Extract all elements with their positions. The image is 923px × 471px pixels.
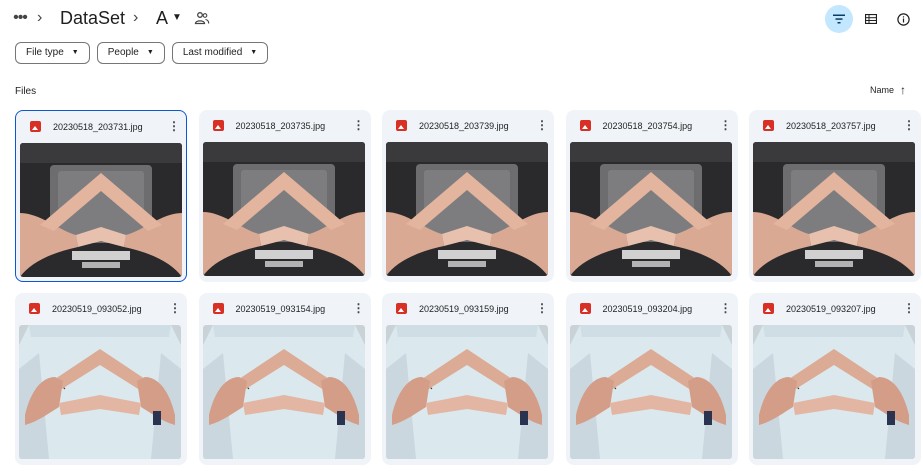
- files-section-heading: Files: [15, 86, 37, 97]
- image-file-icon: [396, 303, 407, 314]
- image-file-icon: [212, 303, 224, 314]
- more-actions-icon[interactable]: ⋮: [720, 302, 732, 314]
- details-button[interactable]: [889, 5, 917, 33]
- caret-down-icon: ▼: [250, 49, 258, 56]
- file-name: 20230519_093204.jpg: [602, 304, 693, 314]
- last-modified-filter[interactable]: Last modified ▼: [171, 42, 269, 64]
- file-name: 20230518_203735.jpg: [235, 121, 326, 131]
- people-filter-label: People: [107, 47, 139, 58]
- more-actions-icon[interactable]: ⋮: [536, 119, 548, 131]
- more-breadcrumbs-icon[interactable]: •••: [10, 8, 30, 28]
- file-name: 20230518_203754.jpg: [602, 121, 693, 131]
- top-bar: ••• › DataSet › A ▼: [0, 0, 923, 38]
- file-card[interactable]: 20230518_203739.jpg ⋮: [382, 110, 554, 282]
- breadcrumb-parent-folder[interactable]: DataSet: [60, 6, 125, 30]
- image-file-icon: [579, 120, 591, 131]
- file-name: 20230518_203757.jpg: [786, 121, 876, 131]
- breadcrumb-current-folder[interactable]: A ▼: [156, 6, 182, 30]
- image-file-icon: [763, 120, 774, 131]
- image-thumbnail[interactable]: [386, 325, 548, 459]
- file-name: 20230519_093159.jpg: [419, 304, 509, 314]
- image-file-icon: [396, 120, 407, 131]
- more-actions-icon[interactable]: ⋮: [903, 302, 915, 314]
- filter-chips: File type ▼ People ▼ Last modified ▼: [15, 42, 269, 64]
- current-folder-label: A: [156, 8, 169, 28]
- file-name: 20230519_093207.jpg: [786, 304, 876, 314]
- more-actions-icon[interactable]: ⋮: [169, 302, 181, 314]
- image-file-icon: [29, 303, 40, 314]
- image-thumbnail[interactable]: [19, 325, 181, 459]
- more-actions-icon[interactable]: ⋮: [720, 119, 732, 131]
- sort-control[interactable]: Name ↑: [870, 83, 906, 97]
- more-actions-icon[interactable]: ⋮: [903, 119, 915, 131]
- caret-down-icon: ▼: [172, 12, 182, 23]
- file-name: 20230519_093154.jpg: [235, 304, 326, 314]
- more-actions-icon[interactable]: ⋮: [353, 302, 365, 314]
- shared-folder-icon[interactable]: [194, 11, 210, 25]
- image-thumbnail[interactable]: [386, 142, 548, 276]
- file-card[interactable]: 20230519_093204.jpg ⋮: [565, 293, 738, 465]
- file-card[interactable]: 20230518_203731.jpg ⋮: [15, 110, 187, 282]
- caret-down-icon: ▼: [146, 49, 154, 56]
- filter-toggle-button[interactable]: [825, 5, 853, 33]
- last-modified-filter-label: Last modified: [182, 47, 243, 58]
- file-card[interactable]: 20230519_093159.jpg ⋮: [382, 293, 554, 465]
- list-layout-button[interactable]: [857, 5, 885, 33]
- file-name: 20230519_093052.jpg: [52, 304, 142, 314]
- image-file-icon: [30, 121, 41, 132]
- image-file-icon: [763, 303, 774, 314]
- image-thumbnail[interactable]: [202, 325, 365, 459]
- image-thumbnail[interactable]: [753, 142, 915, 276]
- image-thumbnail[interactable]: [20, 143, 182, 277]
- file-type-filter-label: File type: [26, 47, 64, 58]
- file-card[interactable]: 20230519_093154.jpg ⋮: [198, 293, 371, 465]
- image-thumbnail[interactable]: [753, 325, 915, 459]
- info-icon: [896, 12, 910, 26]
- file-name: 20230518_203739.jpg: [419, 121, 509, 131]
- people-filter[interactable]: People ▼: [96, 42, 165, 64]
- image-file-icon: [579, 303, 591, 314]
- file-card[interactable]: 20230519_093052.jpg ⋮: [15, 293, 187, 465]
- sort-label: Name: [870, 85, 895, 95]
- image-thumbnail[interactable]: [569, 142, 732, 276]
- file-card[interactable]: 20230518_203754.jpg ⋮: [565, 110, 738, 282]
- image-thumbnail[interactable]: [569, 325, 732, 459]
- more-actions-icon[interactable]: ⋮: [168, 120, 180, 132]
- file-type-filter[interactable]: File type ▼: [15, 42, 90, 64]
- filter-icon: [833, 14, 845, 24]
- image-thumbnail[interactable]: [202, 142, 365, 276]
- caret-down-icon: ▼: [71, 49, 79, 56]
- image-file-icon: [212, 120, 224, 131]
- file-card[interactable]: 20230519_093207.jpg ⋮: [749, 293, 921, 465]
- arrow-up-icon[interactable]: ↑: [900, 83, 906, 97]
- file-name: 20230518_203731.jpg: [53, 122, 143, 132]
- file-card[interactable]: 20230518_203735.jpg ⋮: [198, 110, 371, 282]
- file-card[interactable]: 20230518_203757.jpg ⋮: [749, 110, 921, 282]
- list-view-icon: [865, 14, 877, 24]
- chevron-right-icon: ›: [37, 9, 43, 26]
- chevron-right-icon: ›: [133, 9, 139, 26]
- more-actions-icon[interactable]: ⋮: [353, 119, 365, 131]
- more-actions-icon[interactable]: ⋮: [536, 302, 548, 314]
